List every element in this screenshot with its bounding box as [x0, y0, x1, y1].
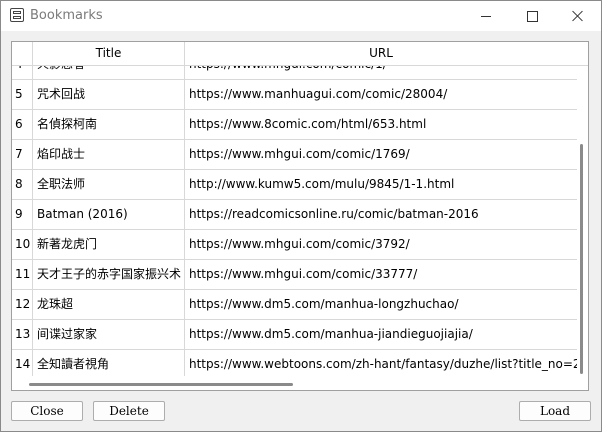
title-cell[interactable]: 全职法师 — [33, 170, 185, 199]
table-row[interactable]: 9 Batman (2016) https://readcomicsonline… — [12, 200, 577, 230]
column-header-title[interactable]: Title — [33, 42, 185, 65]
url-cell[interactable]: http://www.kumw5.com/mulu/9845/1-1.html — [185, 170, 577, 199]
window-close-button[interactable] — [555, 1, 601, 31]
url-cell[interactable]: https://www.mhgui.com/comic/3792/ — [185, 230, 577, 259]
maximize-icon — [526, 10, 538, 22]
table-row[interactable]: 6 名偵探柯南 https://www.8comic.com/html/653.… — [12, 110, 577, 140]
row-number[interactable]: 12 — [12, 290, 33, 319]
title-cell[interactable]: 名偵探柯南 — [33, 110, 185, 139]
table-corner-button[interactable] — [12, 42, 33, 65]
table-header: Title URL — [12, 42, 588, 66]
row-number[interactable]: 10 — [12, 230, 33, 259]
row-number[interactable]: 4 — [12, 66, 33, 79]
table-row[interactable]: 10 新著龙虎门 https://www.mhgui.com/comic/379… — [12, 230, 577, 260]
url-cell[interactable]: https://www.manhuagui.com/comic/28004/ — [185, 80, 577, 109]
delete-button[interactable]: Delete — [93, 401, 165, 421]
horizontal-scroll-thumb[interactable] — [29, 383, 293, 386]
table-row[interactable]: 7 焰印战士 https://www.mhgui.com/comic/1769/ — [12, 140, 577, 170]
table-row[interactable]: 14 全知讀者視角 https://www.webtoons.com/zh-ha… — [12, 350, 577, 376]
row-number[interactable]: 8 — [12, 170, 33, 199]
title-cell[interactable]: 焰印战士 — [33, 140, 185, 169]
table-row[interactable]: 12 龙珠超 https://www.dm5.com/manhua-longzh… — [12, 290, 577, 320]
title-bar[interactable]: Bookmarks — [1, 1, 601, 31]
row-number[interactable]: 11 — [12, 260, 33, 289]
maximize-button[interactable] — [509, 1, 555, 31]
url-cell[interactable]: https://www.dm5.com/manhua-longzhuchao/ — [185, 290, 577, 319]
url-cell[interactable]: https://www.8comic.com/html/653.html — [185, 110, 577, 139]
url-cell[interactable]: https://www.mhgui.com/comic/1/ — [185, 66, 577, 79]
url-cell[interactable]: https://www.dm5.com/manhua-jiandieguojia… — [185, 320, 577, 349]
vertical-scroll-thumb[interactable] — [580, 144, 583, 374]
table-row[interactable]: 5 咒术回战 https://www.manhuagui.com/comic/2… — [12, 80, 577, 110]
row-number[interactable]: 6 — [12, 110, 33, 139]
title-cell[interactable]: Batman (2016) — [33, 200, 185, 229]
load-button[interactable]: Load — [519, 401, 591, 421]
column-header-url[interactable]: URL — [185, 42, 577, 65]
table-row[interactable]: 13 间谍过家家 https://www.dm5.com/manhua-jian… — [12, 320, 577, 350]
minimize-icon — [481, 15, 491, 17]
title-cell[interactable]: 咒术回战 — [33, 80, 185, 109]
vertical-scrollbar[interactable] — [577, 66, 588, 376]
row-number[interactable]: 7 — [12, 140, 33, 169]
close-icon — [572, 10, 584, 22]
title-cell[interactable]: 天才王子的赤字国家振兴术 — [33, 260, 185, 289]
window-title: Bookmarks — [30, 8, 103, 23]
scrollbar-corner — [577, 376, 588, 390]
url-cell[interactable]: https://www.webtoons.com/zh-hant/fantasy… — [185, 350, 577, 376]
title-cell[interactable]: 新著龙虎门 — [33, 230, 185, 259]
close-button[interactable]: Close — [11, 401, 83, 421]
title-cell[interactable]: 火影忍者 — [33, 66, 185, 79]
row-number[interactable]: 14 — [12, 350, 33, 376]
table-row[interactable]: 4 火影忍者 https://www.mhgui.com/comic/1/ — [12, 66, 577, 80]
url-cell[interactable]: https://www.mhgui.com/comic/1769/ — [185, 140, 577, 169]
url-cell[interactable]: https://www.mhgui.com/comic/33777/ — [185, 260, 577, 289]
minimize-button[interactable] — [463, 1, 509, 31]
bookmarks-window: Bookmarks Title URL 4 火影忍者 https://www.m… — [0, 0, 602, 432]
table-row[interactable]: 8 全职法师 http://www.kumw5.com/mulu/9845/1-… — [12, 170, 577, 200]
table-body: 4 火影忍者 https://www.mhgui.com/comic/1/ 5 … — [12, 66, 577, 376]
url-cell[interactable]: https://readcomicsonline.ru/comic/batman… — [185, 200, 577, 229]
row-number[interactable]: 9 — [12, 200, 33, 229]
title-cell[interactable]: 龙珠超 — [33, 290, 185, 319]
row-number[interactable]: 13 — [12, 320, 33, 349]
title-cell[interactable]: 全知讀者視角 — [33, 350, 185, 376]
app-icon — [10, 8, 24, 22]
bookmarks-table[interactable]: Title URL 4 火影忍者 https://www.mhgui.com/c… — [11, 41, 589, 391]
row-number[interactable]: 5 — [12, 80, 33, 109]
table-row[interactable]: 11 天才王子的赤字国家振兴术 https://www.mhgui.com/co… — [12, 260, 577, 290]
title-cell[interactable]: 间谍过家家 — [33, 320, 185, 349]
horizontal-scrollbar[interactable] — [12, 376, 577, 390]
